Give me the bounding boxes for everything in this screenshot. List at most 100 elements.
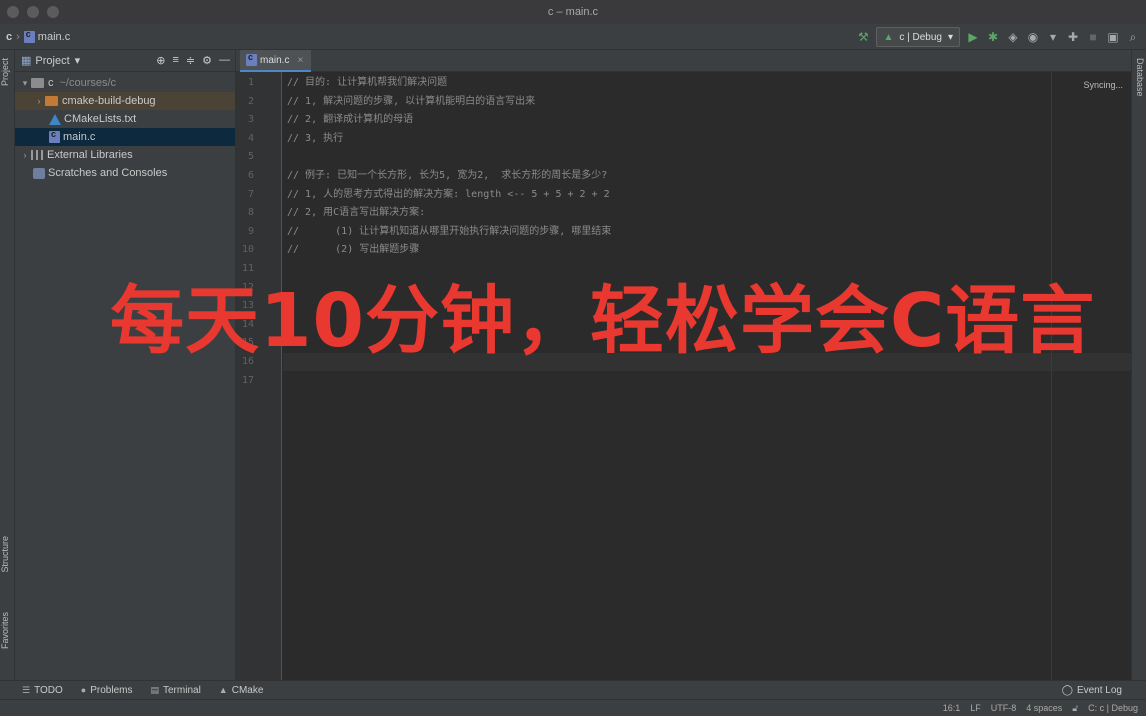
scratches-icon [33,167,45,179]
tree-item-external-libraries[interactable]: › External Libraries [15,146,235,164]
gear-icon[interactable]: ⚙ [202,54,212,67]
breadcrumb-separator-icon: › [16,30,20,43]
run-icon[interactable]: ▶ [966,30,980,44]
chevron-right-icon[interactable]: › [19,150,31,160]
tree-item-scratches[interactable]: Scratches and Consoles [15,164,235,182]
tree-item-main-c[interactable]: main.c [15,128,235,146]
window-title: c – main.c [547,6,599,18]
right-tool-strip: Database [1131,50,1146,680]
project-panel-header: ▦ Project ▾ ⊕ ≡ ≑ ⚙ — [15,50,235,72]
file-encoding[interactable]: UTF-8 [991,703,1017,713]
video-caption-overlay: 每天10分钟，轻松学会C语言 [110,278,1096,364]
close-window-button[interactable] [7,6,19,18]
project-view-select[interactable]: Project [35,55,69,67]
tree-item-cmake-build-debug[interactable]: › cmake-build-debug [15,92,235,110]
breadcrumb-project[interactable]: c [6,31,12,43]
cmake-icon: ▲ [218,685,228,695]
c-file-icon [23,29,35,43]
tree-root-path: ~/courses/c [59,77,117,89]
cmake-file-icon [49,113,61,125]
favorites-tool-tab[interactable]: Favorites [0,612,15,649]
debug-bug-icon[interactable]: ✱ [986,30,1000,44]
hide-panel-icon[interactable]: — [219,54,230,67]
problems-tab-label: Problems [90,684,133,696]
indent-setting[interactable]: 4 spaces [1026,703,1062,713]
code-line: // 3, 执行 [287,132,344,144]
todo-tab[interactable]: ☰ TODO [22,685,63,696]
tree-item-label: cmake-build-debug [62,95,156,107]
event-log-icon: ◯ [1061,684,1073,696]
event-log-label: Event Log [1076,684,1122,696]
line-number: 9 [247,225,254,237]
folder-icon [45,96,58,106]
caret-position[interactable]: 16:1 [943,703,961,713]
run-configuration-select[interactable]: ▲ c | Debug ▾ [876,27,960,47]
code-editor[interactable]: Syncing... // 目的: 让计算机帮我们解决问题 // 1, 解决问题的… [283,72,1131,680]
search-everywhere-icon[interactable]: ⌕ [1126,30,1140,44]
cmake-config-icon: ▲ [883,31,894,43]
problems-tab[interactable]: ● Problems [81,685,133,696]
chevron-down-icon[interactable]: ▾ [19,78,31,89]
right-margin-guide [1051,72,1052,680]
profile-icon[interactable]: ◉ [1026,30,1040,44]
chevron-down-icon: ▾ [947,31,953,43]
editor-tab-bar: main.c × [236,50,1131,72]
terminal-tab-label: Terminal [163,684,201,696]
editor-tab-main-c[interactable]: main.c × [240,50,312,72]
breadcrumb-file[interactable]: main.c [38,31,70,43]
chevron-right-icon[interactable]: › [33,96,45,106]
locate-target-icon[interactable]: ⊕ [156,54,165,67]
expand-all-icon[interactable]: ≡ [172,54,178,67]
navigation-bar: c › main.c ⚒ ▲ c | Debug ▾ ▶ ✱ ◈ ◉ ▾ ✚ ■… [0,24,1146,50]
folder-icon [31,78,44,88]
stop-icon[interactable]: ■ [1086,30,1100,44]
info-icon: ● [80,685,87,695]
code-line: // 例子: 已知一个长方形, 长为5, 宽为2, 求长方形的周长是多少? [287,170,608,181]
line-separator[interactable]: LF [970,703,981,713]
line-number: 1 [247,77,254,88]
line-number: 4 [247,132,254,144]
tree-item-label: main.c [63,131,96,143]
window-controls [7,6,59,18]
zoom-window-button[interactable] [47,6,59,18]
coverage-shield-icon[interactable]: ◈ [1006,30,1020,44]
tree-item-cmakelists[interactable]: CMakeLists.txt [15,110,235,128]
c-file-icon [49,129,60,143]
tree-root-name: c [48,77,54,89]
structure-tool-tab[interactable]: Structure [0,536,15,573]
project-tool-tab[interactable]: Project [0,58,15,86]
database-tool-tab[interactable]: Database [1135,58,1145,97]
collapse-all-icon[interactable]: ≑ [186,54,195,67]
line-number-gutter: 1 2 3 4 5 6 7 8 9 10 11 12 13 14 15 16 17 [236,72,282,680]
minimize-window-button[interactable] [27,6,39,18]
cmake-tab-label: CMake [231,684,264,696]
code-line: // 目的: 让计算机帮我们解决问题 [287,77,448,88]
resolve-context[interactable]: C: c | Debug [1088,703,1138,713]
close-icon[interactable]: × [297,55,303,66]
line-number: 8 [247,207,254,219]
tree-item-label: External Libraries [47,149,133,161]
cmake-tab[interactable]: ▲ CMake [219,685,264,696]
tool-window-bar: ☰ TODO ● Problems ▤ Terminal ▲ CMake ◯ E… [0,680,1146,699]
project-view-icon: ▦ [21,55,32,67]
attach-debugger-icon[interactable]: ✚ [1066,30,1080,44]
breadcrumb: c › main.c [6,29,70,43]
line-number: 2 [247,95,254,107]
status-bar: 16:1 LF UTF-8 4 spaces 🔓︎ C: c | Debug [0,699,1146,716]
more-run-options-icon[interactable]: ▾ [1046,30,1060,44]
event-log-tab[interactable]: ◯ Event Log [1062,685,1122,696]
project-structure-icon[interactable]: ▣ [1106,30,1120,44]
library-icon [31,150,43,160]
build-hammer-icon[interactable]: ⚒ [856,30,870,44]
tree-root-project[interactable]: ▾ c ~/courses/c [15,74,235,92]
terminal-tab[interactable]: ▤ Terminal [150,685,200,696]
line-number: 3 [247,114,254,126]
list-icon: ☰ [22,684,31,695]
chevron-down-icon[interactable]: ▾ [75,54,81,67]
left-tool-strip: Project Structure Favorites [0,50,15,680]
line-number: 7 [247,188,254,200]
c-file-icon [246,52,257,66]
code-line: // 1, 人的思考方式得出的解决方案: length <-- 5 + 5 + … [287,188,610,200]
run-configuration-label: c | Debug [899,31,942,43]
lock-icon[interactable]: 🔓︎ [1072,703,1078,714]
